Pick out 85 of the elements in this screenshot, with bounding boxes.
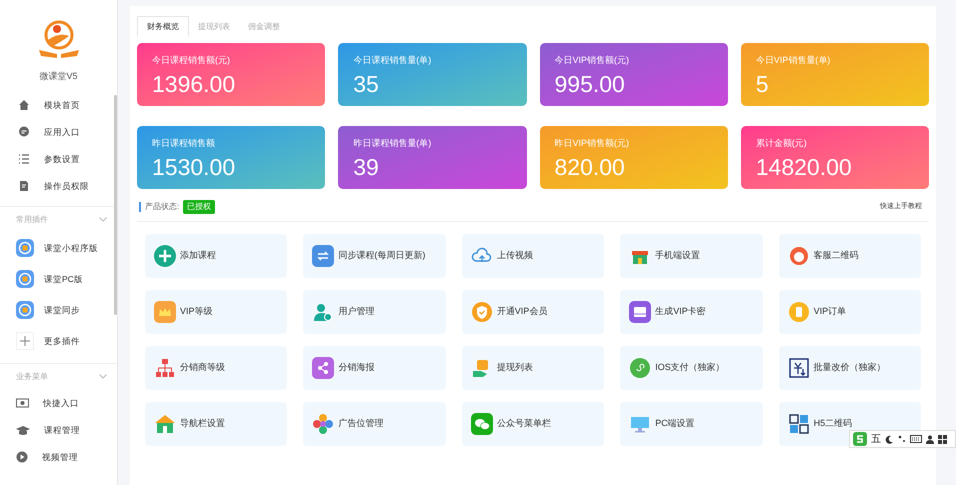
stat-label: 今日课程销售量(单)	[353, 55, 432, 66]
stat-value: 35	[353, 70, 380, 98]
mini-program-icon	[629, 357, 652, 379]
share-icon	[312, 357, 334, 379]
sidebar-item[interactable]: 快捷入口	[0, 390, 117, 416]
moon-icon[interactable]	[885, 434, 894, 444]
home-icon	[18, 99, 30, 111]
plus-icon	[16, 332, 34, 350]
plugin-icon	[16, 239, 34, 257]
shortcut-tile[interactable]: 开通VIP会员	[462, 290, 604, 334]
ime-mode[interactable]: 五	[871, 432, 881, 446]
scrollbar[interactable]	[114, 95, 117, 315]
tab[interactable]: 财务概览	[137, 16, 189, 37]
stat-value: 39	[353, 153, 380, 181]
sidebar-item[interactable]: 模块首页	[0, 92, 117, 118]
shield-check-icon	[470, 301, 493, 323]
stat-value: 1530.00	[152, 153, 236, 181]
sidebar-item[interactable]: 视频管理	[0, 444, 117, 470]
list-icon	[18, 153, 30, 165]
shortcut-tile[interactable]: 添加课程	[145, 234, 288, 278]
house-icon	[154, 413, 176, 435]
sidebar-item[interactable]: 课堂同步	[0, 294, 117, 326]
section-title: 常用插件	[16, 214, 48, 226]
money-icon	[16, 398, 29, 408]
chat-icon	[18, 126, 30, 138]
shortcut-tile[interactable]: 同步课程(每周日更新)	[303, 234, 446, 278]
user-gear-icon	[312, 301, 334, 323]
plus-icon	[154, 245, 176, 267]
shortcut-tile[interactable]: 用户管理	[303, 290, 446, 334]
plugin-icon	[16, 301, 34, 319]
sidebar-item[interactable]: 操作员权限	[0, 172, 117, 200]
stat-value: 5	[756, 70, 770, 98]
sidebar-item[interactable]: 课程管理	[0, 416, 117, 444]
person-icon[interactable]	[926, 434, 934, 444]
stat-label: 今日VIP销售量(单)	[756, 55, 832, 66]
card-icon	[629, 301, 652, 323]
stat-label: 昨日VIP销售额(元)	[554, 138, 630, 149]
sidebar-item[interactable]: 课堂PC版	[0, 264, 117, 294]
shortcut-tile[interactable]: 批量改价（独家）	[778, 346, 921, 390]
flower-icon	[312, 413, 334, 435]
stat-value: 995.00	[554, 70, 626, 98]
qr-code-icon	[788, 413, 810, 435]
plugin-icon	[16, 270, 34, 288]
chat-bubbles-icon	[470, 413, 493, 435]
shortcut-tile[interactable]: 客服二维码	[778, 234, 921, 278]
shortcut-tile[interactable]: PC端设置	[620, 402, 763, 446]
keyboard-icon[interactable]	[910, 435, 922, 443]
sidebar-item[interactable]: 参数设置	[0, 146, 117, 172]
shortcut-tile[interactable]: 手机端设置	[620, 234, 763, 278]
shortcut-tile[interactable]: IOS支付（独家）	[620, 346, 763, 390]
stat-label: 今日课程销售额(元)	[152, 55, 231, 66]
shortcut-tile[interactable]: 分销商等级	[145, 346, 288, 390]
shortcut-tile[interactable]: 生成VIP卡密	[620, 290, 763, 334]
receipt-icon	[788, 301, 810, 323]
status-badge: 已授权	[183, 200, 216, 214]
shortcut-tile[interactable]: 提现列表	[462, 346, 604, 390]
stat-value: 14820.00	[756, 153, 853, 181]
accent-bar	[139, 202, 141, 212]
shortcut-tile[interactable]: VIP等级	[145, 290, 288, 334]
stat-label: 昨日课程销售量(单)	[353, 138, 432, 149]
shortcut-tile[interactable]: 导航栏设置	[145, 402, 288, 446]
stat-label: 昨日课程销售额	[152, 138, 216, 149]
logo-title: 微课堂V5	[39, 70, 78, 83]
play-icon	[16, 451, 28, 463]
punctuation-icon[interactable]	[898, 435, 906, 443]
graduation-cap-icon	[16, 424, 30, 436]
shortcut-tile[interactable]: VIP订单	[778, 290, 921, 334]
grid-icon[interactable]	[938, 434, 947, 444]
shortcut-tile[interactable]: 广告位管理	[303, 402, 446, 446]
shortcut-tile[interactable]: 分销海报	[303, 346, 446, 390]
stat-value: 820.00	[554, 153, 626, 181]
sidebar-item[interactable]: 课堂小程序版	[0, 232, 117, 264]
shortcut-tile[interactable]: 公众号菜单栏	[462, 402, 604, 446]
sync-icon	[312, 245, 334, 267]
crown-icon	[154, 301, 176, 323]
status-label: 产品状态:	[145, 201, 180, 213]
document-icon	[18, 180, 30, 192]
stat-label: 累计金额(元)	[756, 138, 808, 149]
section-title: 业务菜单	[16, 370, 48, 382]
shortcut-tile[interactable]: 上传视频	[462, 234, 604, 278]
hierarchy-icon	[154, 357, 176, 379]
stat-value: 1396.00	[152, 70, 236, 98]
sidebar-item[interactable]: 应用入口	[0, 118, 117, 146]
stat-label: 今日VIP销售额(元)	[554, 55, 630, 66]
sidebar-item[interactable]: 更多插件	[0, 326, 117, 356]
